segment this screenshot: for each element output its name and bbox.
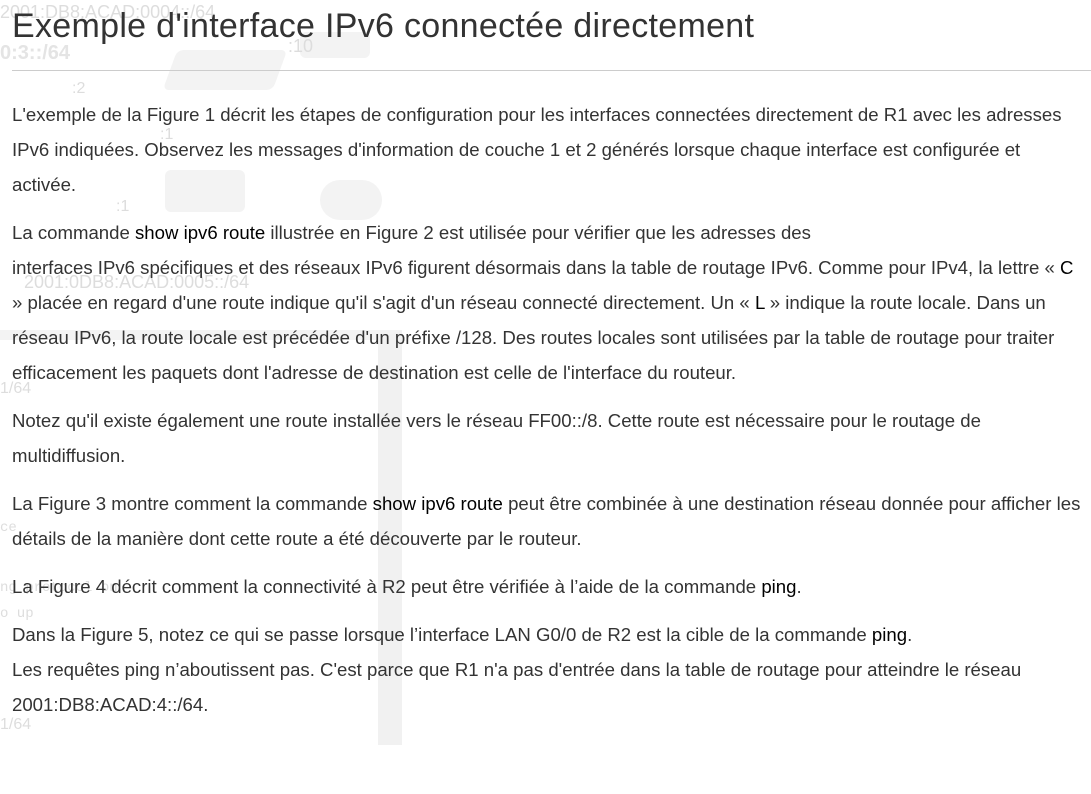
paragraph-2-text: illustrée en Figure 2 est utilisée pour … — [265, 222, 811, 243]
route-code-l: L — [754, 292, 765, 313]
command-ping: ping — [761, 576, 797, 597]
paragraph-3: Notez qu'il existe également une route i… — [12, 410, 981, 466]
article-body: L'exemple de la Figure 1 décrit les étap… — [12, 97, 1084, 735]
paragraph-5: La Figure 4 décrit comment la connectivi… — [12, 569, 1084, 604]
command-show-ipv6-route: show ipv6 route — [372, 493, 503, 514]
command-show-ipv6-route: show ipv6 route — [135, 222, 266, 243]
paragraph-2-text: » placée en regard d'une route indique q… — [12, 292, 755, 313]
title-divider — [12, 70, 1091, 71]
paragraph-2-text: La commande — [12, 222, 135, 243]
paragraph-1: L'exemple de la Figure 1 décrit les étap… — [12, 104, 1062, 195]
paragraph-6-text: Dans la Figure 5, notez ce qui se passe … — [12, 624, 872, 645]
paragraph-2-text: interfaces IPv6 spécifiques et des résea… — [12, 257, 1061, 278]
ghost-text: :2 — [72, 80, 86, 97]
command-ping: ping — [871, 624, 908, 645]
paragraph-2: La commande show ipv6 route illustrée en… — [12, 215, 1084, 390]
paragraph-6-text: . — [907, 624, 913, 645]
page-title: Exemple d'interface IPv6 connectée direc… — [12, 7, 755, 45]
paragraph-4: La Figure 3 montre comment la commande s… — [12, 486, 1084, 556]
paragraph-5-text: La Figure 4 décrit comment la connectivi… — [12, 576, 762, 597]
page-header: Exemple d'interface IPv6 connectée direc… — [12, 0, 1082, 48]
paragraph-6-text: Les requêtes ping n’aboutissent pas. C'e… — [12, 659, 1022, 715]
paragraph-6: Dans la Figure 5, notez ce qui se passe … — [12, 617, 1084, 722]
paragraph-5-text: . — [796, 576, 802, 597]
route-code-c: C — [1060, 257, 1074, 278]
paragraph-4-text: La Figure 3 montre comment la commande — [12, 493, 373, 514]
